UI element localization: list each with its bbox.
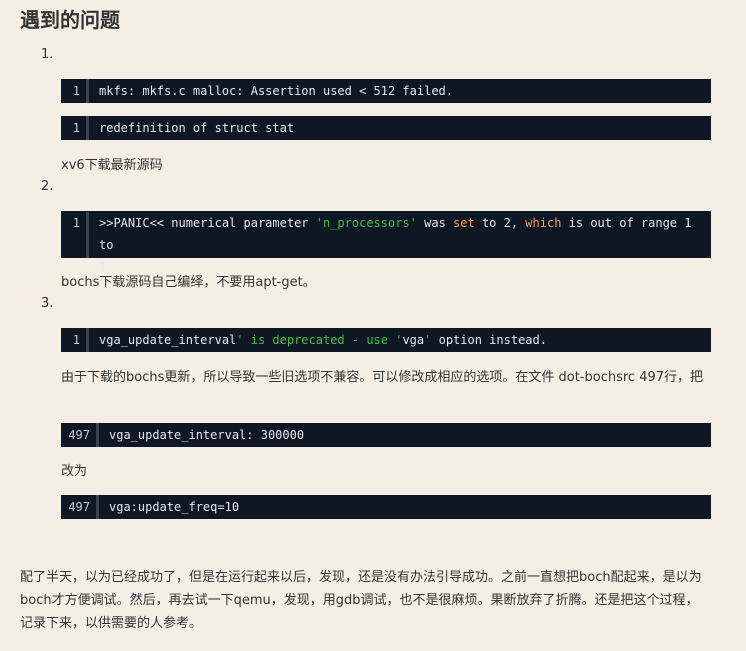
list-number-2: 2. <box>41 179 54 194</box>
code-block[interactable]: 497 vga:update_freq=10 <box>61 495 711 519</box>
code-line: redefinition of struct stat <box>99 121 295 135</box>
code-text: was <box>416 216 454 230</box>
list-number-3: 3. <box>41 296 54 311</box>
code-line: >>PANIC<< numerical parameter 'n_process… <box>89 212 711 274</box>
note-text: 由于下载的bochs更新，所以导致一些旧选项不兼容。可以修改成相应的选项。在文件… <box>61 370 704 385</box>
list-number-1: 1. <box>41 47 54 62</box>
line-number: 497 <box>61 423 99 447</box>
line-number: 497 <box>61 495 99 519</box>
code-text: to 2, <box>474 216 526 230</box>
code-line: vga:update_freq=10 <box>109 500 240 514</box>
code-text: option instead. <box>431 333 547 347</box>
code-string: ' is deprecated - use ' <box>236 333 403 347</box>
line-number: 1 <box>61 116 89 140</box>
note-text: xv6下载最新源码 <box>61 158 163 173</box>
code-line: vga_update_interval' is deprecated - use… <box>89 328 711 352</box>
code-line: mkfs: mkfs.c malloc: Assertion used < 51… <box>99 84 454 98</box>
line-number: 1 <box>61 328 89 352</box>
code-keyword: which <box>525 216 562 230</box>
code-line: vga_update_interval: 300000 <box>109 428 305 442</box>
code-block[interactable]: 1 vga_update_interval' is deprecated - u… <box>61 328 711 352</box>
code-block[interactable]: 1 >>PANIC<< numerical parameter 'n_proce… <box>61 211 711 274</box>
line-number: 1 <box>61 212 89 258</box>
note-text: bochs下载源码自己编绎，不要用apt-get。 <box>61 275 316 290</box>
closing-paragraph: 配了半天，以为已经成功了，但是在运行起来以后，发现，还是没有办法引导成功。之前一… <box>20 570 702 631</box>
code-block[interactable]: 1 mkfs: mkfs.c malloc: Assertion used < … <box>61 79 711 103</box>
code-text: vga_update_interval <box>99 333 237 347</box>
section-heading: 遇到的问题 <box>20 8 120 32</box>
line-number: 1 <box>61 79 89 103</box>
code-keyword: set <box>453 216 475 230</box>
note-text: 改为 <box>61 464 88 479</box>
code-text: vga <box>402 333 425 347</box>
code-text: >>PANIC<< numerical parameter <box>99 216 316 230</box>
code-block[interactable]: 497 vga_update_interval: 300000 <box>61 423 711 447</box>
code-block[interactable]: 1 redefinition of struct stat <box>61 116 711 140</box>
code-string: 'n_processors' <box>315 216 417 230</box>
